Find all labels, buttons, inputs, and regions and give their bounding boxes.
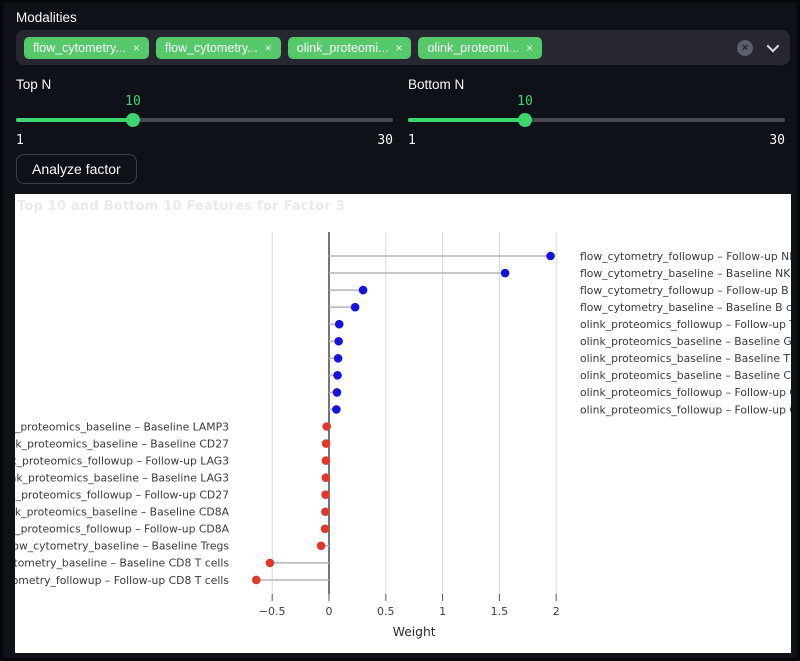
feature-label-left: olink_proteomics_baseline – Baseline CD8…: [15, 506, 230, 519]
x-tick-label: 1.5: [491, 605, 509, 618]
feature-label-left: olink_proteomics_baseline – Baseline CD2…: [15, 437, 229, 450]
lollipop-dot: [333, 388, 342, 397]
feature-label-right: olink_proteomics_followup – Follow-up GZ…: [580, 403, 791, 416]
lollipop-dot: [351, 303, 360, 312]
feature-label-left: olink_proteomics_followup – Follow-up CD…: [15, 489, 229, 502]
tag-label: flow_cytometry...: [33, 41, 126, 55]
lollipop-dot: [333, 371, 342, 380]
feature-label-right: flow_cytometry_baseline – Baseline NK ce…: [580, 267, 791, 280]
tag-olink-proteomics-2[interactable]: olink_proteomi... ×: [418, 37, 542, 59]
lollipop-dot: [252, 576, 261, 585]
top-n-label: Top N: [16, 77, 393, 92]
lollipop-dot: [322, 473, 331, 482]
slider-current-value: 10: [125, 94, 141, 109]
feature-label-right: olink_proteomics_baseline – Baseline GZM…: [580, 335, 791, 348]
lollipop-dot: [501, 269, 510, 278]
weights-lollipop-chart: −0.5 0 0.5 1 1.5 2 Weight flow_cytometry_follow…: [15, 194, 791, 653]
factor-weights-chart-panel: Top 10 and Bottom 10 Features for Factor…: [15, 194, 791, 653]
lollipop-dot: [359, 286, 368, 295]
modalities-multiselect[interactable]: flow_cytometry... × flow_cytometry... × …: [16, 30, 790, 65]
lollipop-dot: [321, 507, 330, 516]
top-n-slider[interactable]: 10: [16, 113, 393, 127]
tag-remove-icon[interactable]: ×: [526, 41, 533, 55]
selected-tags: flow_cytometry... × flow_cytometry... × …: [24, 37, 737, 59]
tag-remove-icon[interactable]: ×: [265, 41, 272, 55]
lollipop-dot: [334, 354, 343, 363]
lollipop-dot: [321, 525, 330, 534]
lollipop-dot: [317, 542, 326, 551]
lollipop-dot: [546, 252, 555, 261]
app-window: Modalities flow_cytometry... × flow_cyto…: [0, 0, 800, 661]
slider-track-fill: [408, 118, 525, 122]
tag-label: olink_proteomi...: [427, 41, 519, 55]
feature-label-left: olink_proteomics_followup – Follow-up CD…: [15, 523, 230, 536]
feature-label-left: flow_cytometry_baseline – Baseline CD8 T…: [15, 557, 229, 570]
slider-max-label: 30: [377, 133, 393, 148]
lollipop-dot: [334, 337, 343, 346]
lollipop-dot: [332, 405, 341, 414]
x-axis-label: Weight: [393, 625, 436, 639]
modalities-label: Modalities: [16, 10, 77, 25]
x-tick-label: −0.5: [259, 605, 286, 618]
slider-current-value: 10: [517, 94, 533, 109]
feature-label-right: olink_proteomics_followup – Follow-up CC…: [580, 386, 791, 399]
feature-label-left: flow_cytometry_followup – Follow-up CD8 …: [15, 574, 229, 587]
x-tick-label: 0.5: [377, 605, 395, 618]
feature-label-right: flow_cytometry_followup – Follow-up B ce…: [580, 284, 791, 297]
x-tick-label: 1: [439, 605, 446, 618]
slider-thumb[interactable]: [518, 113, 532, 127]
tag-flow-cytometry-1[interactable]: flow_cytometry... ×: [24, 37, 149, 59]
bottom-n-label: Bottom N: [408, 77, 785, 92]
feature-label-left: flow_cytometry_baseline – Baseline Tregs: [15, 540, 229, 553]
tag-remove-icon[interactable]: ×: [395, 41, 402, 55]
feature-label-right: flow_cytometry_followup – Follow-up NK c…: [580, 250, 791, 263]
lollipop-dot: [321, 490, 330, 499]
slider-min-label: 1: [408, 133, 416, 148]
slider-thumb[interactable]: [126, 113, 140, 127]
lollipop-dot: [322, 422, 331, 431]
slider-max-label: 30: [769, 133, 785, 148]
feature-label-right: olink_proteomics_followup – Follow-up TN…: [580, 318, 791, 331]
slider-track-fill: [16, 118, 133, 122]
lollipop-dot: [322, 439, 331, 448]
tag-label: olink_proteomi...: [297, 41, 389, 55]
tag-label: flow_cytometry...: [165, 41, 258, 55]
lollipop-dot: [266, 559, 275, 568]
feature-label-left: olink_proteomics_baseline – Baseline LAG…: [15, 471, 229, 484]
feature-label-right: olink_proteomics_baseline – Baseline TNF…: [580, 352, 791, 365]
feature-label-right: olink_proteomics_baseline – Baseline CCL…: [580, 369, 791, 382]
x-tick-label: 0: [326, 605, 333, 618]
lollipop-dot: [335, 320, 344, 329]
analyze-factor-button[interactable]: Analyze factor: [16, 154, 137, 184]
top-n-slider-group: Top N 10 1 30: [16, 77, 393, 143]
slider-min-label: 1: [16, 133, 24, 148]
tag-olink-proteomics-1[interactable]: olink_proteomi... ×: [288, 37, 412, 59]
feature-label-right: flow_cytometry_baseline – Baseline B cel…: [580, 301, 791, 314]
feature-label-left: olink_proteomics_followup – Follow-up LA…: [15, 454, 229, 467]
tag-flow-cytometry-2[interactable]: flow_cytometry... ×: [156, 37, 281, 59]
bottom-n-slider-group: Bottom N 10 1 30: [408, 77, 785, 143]
feature-label-left: olink_proteomics_baseline – Baseline LAM…: [15, 420, 229, 433]
bottom-n-slider[interactable]: 10: [408, 113, 785, 127]
x-tick-label: 2: [553, 605, 560, 618]
tag-remove-icon[interactable]: ×: [133, 41, 140, 55]
lollipop-dot: [322, 456, 331, 465]
clear-all-icon[interactable]: ×: [737, 40, 753, 56]
chevron-down-icon[interactable]: [767, 40, 780, 53]
